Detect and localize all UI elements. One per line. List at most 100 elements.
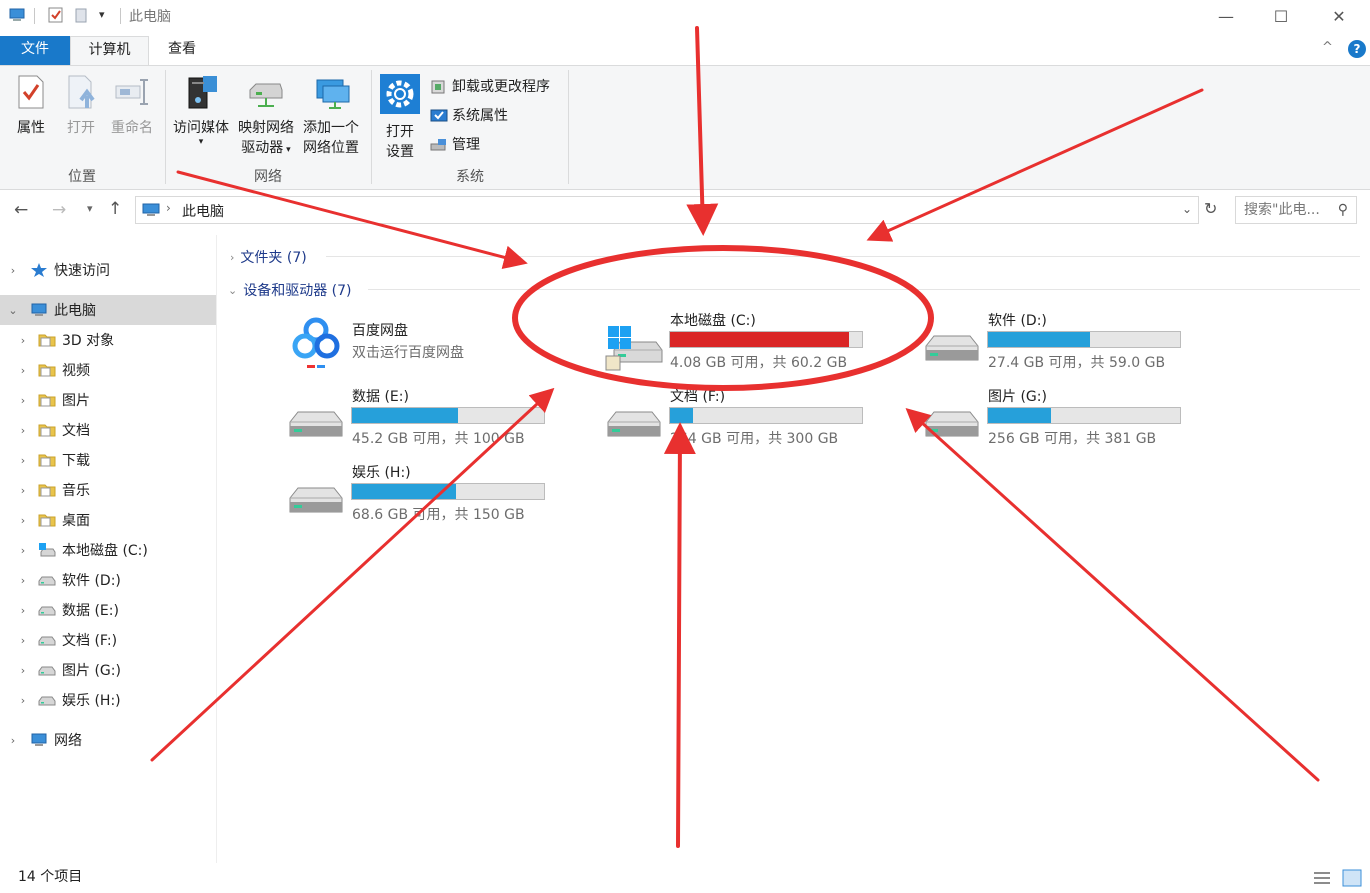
access-media-button[interactable]: 访问媒体 ▾ — [168, 74, 234, 147]
drive-icon — [925, 411, 979, 437]
drive-tile[interactable]: 图片 (G:) 256 GB 可用，共 381 GB — [920, 386, 1220, 456]
expand-chevron-icon[interactable]: › — [18, 394, 28, 407]
map-drive-icon — [249, 83, 283, 107]
drive-icon — [607, 411, 661, 437]
manage-label: 管理 — [452, 137, 480, 153]
folders-section-header[interactable]: › 文件夹 (7) — [230, 247, 307, 267]
breadcrumb[interactable]: 此电脑 — [182, 201, 224, 221]
nav-item[interactable]: › 下载 — [0, 445, 216, 475]
star-icon — [31, 263, 47, 277]
nav-item[interactable]: › 图片 (G:) — [0, 655, 216, 685]
open-settings-label-1: 打开 — [386, 124, 414, 140]
minimize-button[interactable]: — — [1203, 0, 1249, 32]
up-icon[interactable]: ↑ — [108, 199, 122, 219]
tab-computer[interactable]: 计算机 — [70, 36, 149, 65]
properties-check-icon[interactable] — [47, 6, 65, 24]
expand-chevron-icon[interactable]: › — [8, 264, 18, 277]
expand-chevron-icon[interactable]: › — [18, 364, 28, 377]
expand-chevron-icon[interactable]: › — [18, 334, 28, 347]
nav-item[interactable]: ⌄ 此电脑 — [0, 295, 216, 325]
drive-tile[interactable]: 数据 (E:) 45.2 GB 可用，共 100 GB — [284, 386, 584, 456]
back-icon[interactable]: ← — [14, 200, 28, 220]
expand-chevron-icon[interactable]: › — [18, 694, 28, 707]
collapse-chevron-icon[interactable]: ⌄ — [8, 304, 18, 317]
expand-chevron-icon[interactable]: › — [18, 604, 28, 617]
system-properties-button[interactable]: 系统属性 — [430, 105, 550, 127]
nav-item[interactable]: › 网络 — [0, 725, 216, 755]
address-bar[interactable]: › 此电脑 ⌄ — [135, 196, 1199, 224]
address-history-icon[interactable]: ⌄ — [1182, 202, 1192, 216]
expand-chevron-icon[interactable]: › — [18, 664, 28, 677]
refresh-icon[interactable]: ↻ — [1204, 199, 1217, 218]
nav-item-label: 网络 — [54, 733, 82, 749]
nav-item[interactable]: › 桌面 — [0, 505, 216, 535]
nav-item[interactable]: › 图片 — [0, 385, 216, 415]
drive-space-info: 68.6 GB 可用，共 150 GB — [352, 507, 525, 523]
section-divider — [368, 289, 1360, 290]
add-network-location-label-1: 添加一个 — [303, 120, 359, 136]
recent-locations-icon[interactable]: ▾ — [87, 202, 93, 215]
expand-chevron-icon[interactable]: › — [18, 424, 28, 437]
open-settings-button[interactable]: 打开 设置 — [376, 74, 424, 162]
expand-chevron-icon[interactable]: › — [18, 454, 28, 467]
drive-tile[interactable]: 文档 (F:) 264 GB 可用，共 300 GB — [602, 386, 902, 456]
nav-item[interactable]: › 视频 — [0, 355, 216, 385]
expand-chevron-icon[interactable]: › — [18, 574, 28, 587]
downloads-folder-icon — [38, 454, 56, 467]
details-view-icon[interactable] — [1313, 870, 1331, 886]
nav-item[interactable]: › 文档 (F:) — [0, 625, 216, 655]
maximize-button[interactable]: ☐ — [1258, 0, 1304, 32]
help-icon[interactable]: ? — [1348, 40, 1366, 58]
drive-space-info: 27.4 GB 可用，共 59.0 GB — [988, 355, 1166, 371]
drive-tile[interactable]: 娱乐 (H:) 68.6 GB 可用，共 150 GB — [284, 462, 584, 532]
close-button[interactable]: ✕ — [1316, 0, 1362, 32]
uninstall-button[interactable]: 卸载或更改程序 — [430, 76, 550, 98]
nav-item[interactable]: › 数据 (E:) — [0, 595, 216, 625]
nav-item-label: 此电脑 — [54, 303, 96, 319]
drive-name: 本地磁盘 (C:) — [670, 313, 756, 329]
expand-chevron-icon[interactable]: › — [18, 484, 28, 497]
new-folder-icon[interactable] — [73, 6, 91, 24]
breadcrumb-chevron-icon[interactable]: › — [166, 201, 171, 215]
drive-tile[interactable]: 本地磁盘 (C:) 4.08 GB 可用，共 60.2 GB — [602, 310, 902, 380]
baidu-netdisk-icon — [286, 310, 346, 370]
nav-item[interactable]: › 本地磁盘 (C:) — [0, 535, 216, 565]
nav-item[interactable]: › 文档 — [0, 415, 216, 445]
collapse-ribbon-icon[interactable]: ^ — [1322, 40, 1333, 55]
large-icons-view-icon[interactable] — [1342, 869, 1362, 887]
customize-quick-access-icon[interactable]: ▾ — [99, 8, 105, 21]
nav-item-label: 本地磁盘 (C:) — [62, 543, 148, 559]
manage-button[interactable]: 管理 — [430, 134, 550, 156]
drive-tile[interactable]: 软件 (D:) 27.4 GB 可用，共 59.0 GB — [920, 310, 1220, 380]
search-input[interactable]: 搜索"此电... ⚲ — [1235, 196, 1357, 224]
drive-usage-bar — [669, 331, 863, 348]
forward-icon[interactable]: → — [52, 200, 66, 220]
drive-name: 软件 (D:) — [988, 313, 1047, 329]
tab-file[interactable]: 文件 — [0, 36, 70, 65]
tab-view[interactable]: 查看 — [149, 36, 215, 65]
map-network-drive-button[interactable]: 映射网络 驱动器 ▾ — [234, 74, 298, 160]
properties-button[interactable]: 属性 — [6, 74, 56, 138]
expand-chevron-icon[interactable]: › — [18, 634, 28, 647]
access-media-label: 访问媒体 — [173, 120, 229, 136]
baidu-netdisk-tile[interactable]: 百度网盘 双击运行百度网盘 — [284, 310, 584, 380]
devices-section-header[interactable]: ⌄ 设备和驱动器 (7) — [228, 280, 352, 300]
nav-item[interactable]: › 音乐 — [0, 475, 216, 505]
expand-chevron-icon[interactable]: › — [18, 514, 28, 527]
open-button[interactable]: 打开 — [58, 74, 104, 138]
nav-item[interactable]: › 软件 (D:) — [0, 565, 216, 595]
expand-chevron-icon[interactable]: › — [18, 544, 28, 557]
nav-item[interactable]: › 娱乐 (H:) — [0, 685, 216, 715]
drive-icon — [38, 636, 56, 646]
ribbon-panel: 属性 打开 重命名 位置 访问媒体 ▾ 映射网络 驱动器 ▾ 添加一个 网络位置… — [0, 65, 1370, 190]
add-network-location-button[interactable]: 添加一个 网络位置 — [298, 74, 364, 158]
nav-item[interactable]: › 快速访问 — [0, 255, 216, 285]
network-location-icon — [316, 79, 350, 109]
open-icon — [68, 75, 95, 109]
open-settings-label-2: 设置 — [386, 144, 414, 160]
expand-chevron-icon[interactable]: › — [8, 734, 18, 747]
rename-button[interactable]: 重命名 — [106, 74, 158, 138]
pc-icon — [142, 203, 160, 216]
nav-item[interactable]: › 3D 对象 — [0, 325, 216, 355]
search-icon[interactable]: ⚲ — [1338, 197, 1348, 223]
